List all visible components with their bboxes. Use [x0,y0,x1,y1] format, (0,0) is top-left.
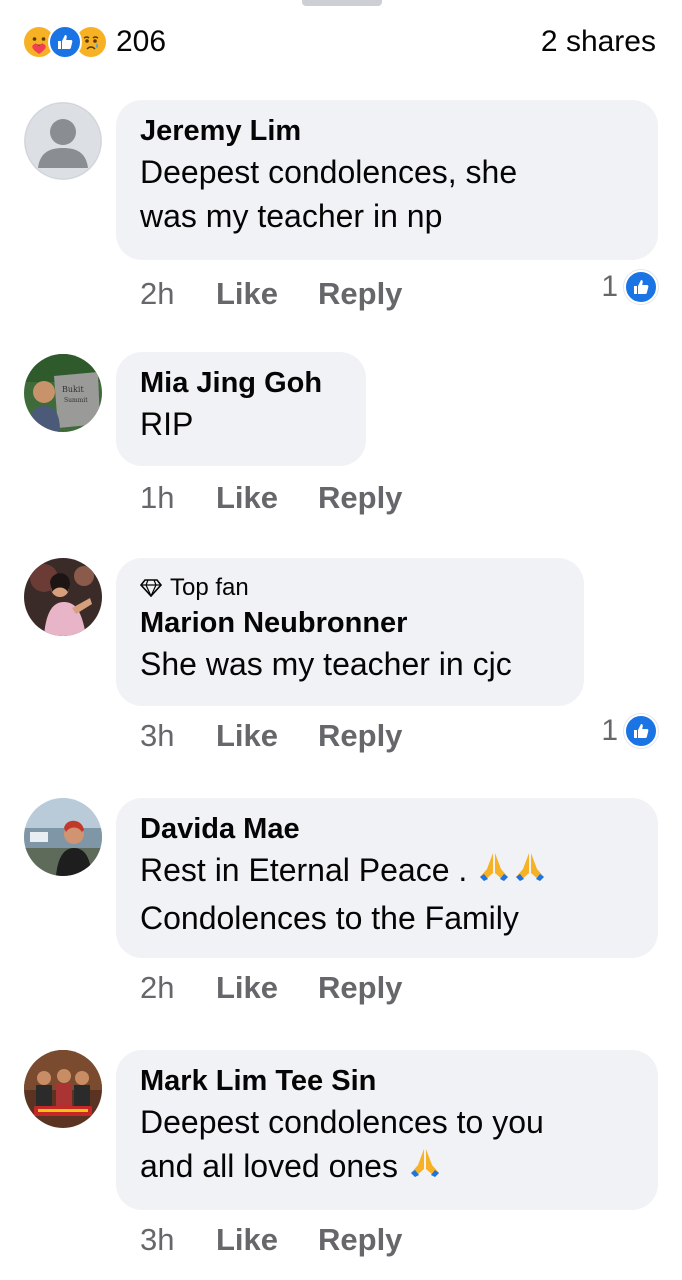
reaction-count: 206 [116,25,167,58]
diamond-icon [140,579,162,597]
like-button[interactable]: Like [216,970,318,1006]
comment-time: 3h [140,1222,175,1257]
reactions-summary[interactable]: 206 [22,25,166,59]
comment-like-count[interactable]: 1 [601,270,658,304]
comment-bubble[interactable]: Mark Lim Tee Sin Deepest condolences to … [116,1050,658,1210]
praying-hands-icon [476,849,512,896]
comment-bubble[interactable]: Mia Jing Goh RIP [116,352,366,466]
comment-author[interactable]: Mia Jing Goh [140,364,342,402]
comment-text: was my teacher in np [140,198,443,234]
avatar[interactable] [24,798,102,876]
svg-text:Bukit: Bukit [62,385,84,394]
like-button[interactable]: Like [216,276,318,312]
comment-bubble[interactable]: Top fan Marion Neubronner She was my tea… [116,558,584,706]
comment-text-line: and all loved ones [140,1144,634,1192]
comment-author[interactable]: Davida Mae [140,810,634,848]
sheet-drag-handle[interactable] [302,0,382,6]
comment-text: RIP [140,406,194,442]
comment-text: She was my teacher in cjc [140,646,512,682]
comment-text: Deepest condolences to you [140,1104,544,1140]
like-button[interactable]: Like [216,1222,318,1258]
like-count-number: 1 [601,270,618,303]
reaction-summary-bar: 206 2 shares [22,22,656,62]
reply-button[interactable]: Reply [318,480,402,516]
comment-time: 2h [140,970,175,1005]
comment-author[interactable]: Marion Neubronner [140,604,560,642]
comment-time: 3h [140,718,175,753]
comment-text: and all loved ones [140,1148,398,1184]
reply-button[interactable]: Reply [318,276,402,312]
comment-text: Rest in Eternal Peace . [140,852,468,888]
like-button[interactable]: Like [216,480,318,516]
avatar[interactable] [24,102,102,180]
reply-button[interactable]: Reply [318,1222,402,1258]
svg-text:Summit: Summit [64,397,88,404]
comment-bubble[interactable]: Jeremy Lim Deepest condolences, she was … [116,100,658,260]
like-count-number: 1 [601,714,618,747]
reply-button[interactable]: Reply [318,970,402,1006]
comment-author[interactable]: Jeremy Lim [140,112,634,150]
reply-button[interactable]: Reply [318,718,402,754]
comment-text: Deepest condolences, she [140,154,518,190]
like-icon [624,714,658,748]
avatar[interactable] [24,558,102,636]
comment-time: 1h [140,480,175,515]
avatar[interactable]: Bukit Summit [24,354,102,432]
top-fan-badge: Top fan [140,572,560,604]
comment-author[interactable]: Mark Lim Tee Sin [140,1062,634,1100]
avatar[interactable] [24,1050,102,1128]
badge-label: Top fan [170,574,249,601]
like-icon [624,270,658,304]
like-icon [48,25,82,59]
comment-text: Condolences to the Family [140,900,519,936]
comment-bubble[interactable]: Davida Mae Rest in Eternal Peace . Condo… [116,798,658,958]
shares-count[interactable]: 2 shares [541,25,656,59]
comment-time: 2h [140,276,175,311]
praying-hands-icon [407,1145,443,1192]
comment-like-count[interactable]: 1 [601,714,658,748]
comment-text-line: Rest in Eternal Peace . [140,848,634,896]
praying-hands-icon [512,849,548,896]
like-button[interactable]: Like [216,718,318,754]
